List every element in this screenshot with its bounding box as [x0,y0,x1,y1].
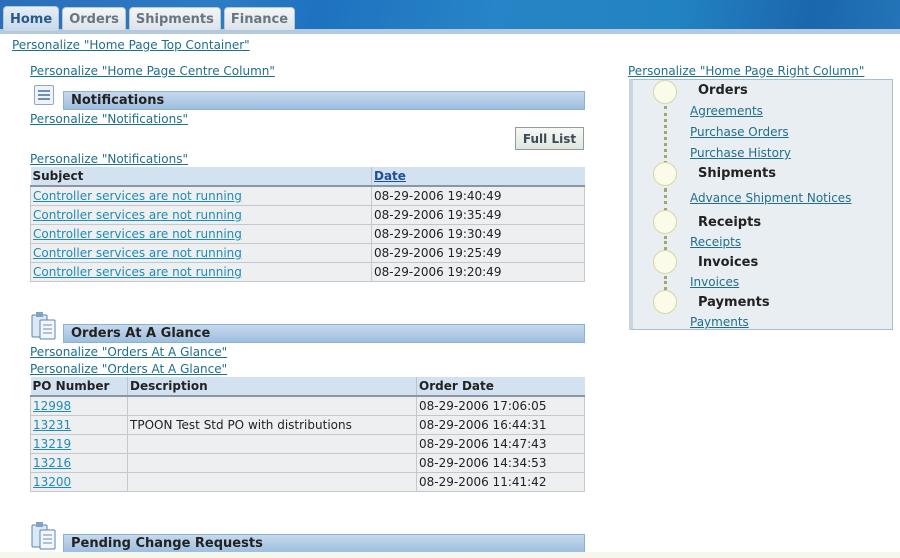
notification-subject-link[interactable]: Controller services are not running [33,265,242,279]
table-row: Controller services are not running 08-29… [30,186,585,206]
pending-change-requests-header: Pending Change Requests [63,534,585,553]
order-date-cell: 08-29-2006 14:34:53 [416,453,585,473]
connector-dots [664,276,667,290]
receipts-stage-circle-icon [653,210,677,234]
table-row: 12998 08-29-2006 17:06:05 [30,396,585,416]
table-row: 13216 08-29-2006 14:34:53 [30,453,585,473]
personalize-top-container-link[interactable]: Personalize "Home Page Top Container" [12,38,250,52]
notification-subject-link[interactable]: Controller services are not running [33,227,242,241]
payments-link[interactable]: Payments [690,315,749,329]
pending-clipboard-icon [31,522,56,550]
table-row: 13219 08-29-2006 14:47:43 [30,434,585,454]
shipments-stage-circle-icon [653,162,677,186]
date-cell: 08-29-2006 19:25:49 [371,243,585,263]
table-row: 13200 08-29-2006 11:41:42 [30,472,585,492]
description-cell [127,472,417,492]
date-cell: 08-29-2006 19:35:49 [371,205,585,225]
table-row: Controller services are not running 08-29… [30,262,585,282]
po-number-link[interactable]: 13216 [33,456,71,470]
subject-cell: Controller services are not running [30,186,372,206]
payments-stage-circle-icon [653,290,677,314]
table-row: Controller services are not running 08-29… [30,224,585,244]
po-number-cell: 13219 [30,434,128,454]
personalize-orders-link-2[interactable]: Personalize "Orders At A Glance" [30,362,227,376]
personalize-centre-column-link[interactable]: Personalize "Home Page Centre Column" [30,64,275,78]
process-flow-panel: Orders Agreements Purchase Orders Purcha… [629,79,893,330]
column-header-order-date: Order Date [416,377,585,397]
subject-cell: Controller services are not running [30,243,372,263]
orders-table: PO Number Description Order Date 12998 08… [30,377,585,492]
table-row: Controller services are not running 08-29… [30,205,585,225]
notifications-list-icon [34,85,54,105]
description-cell [127,434,417,454]
table-header-row: Subject Date [30,167,585,187]
main-tabs: Home Orders Shipments Finance [3,6,296,31]
notifications-header: Notifications [63,91,585,110]
personalize-notifications-link[interactable]: Personalize "Notifications" [30,112,188,126]
table-row: 13231 TPOON Test Std PO with distribution… [30,415,585,435]
column-header-date[interactable]: Date [371,167,585,187]
tab-orders[interactable]: Orders [62,7,126,30]
po-number-link[interactable]: 13231 [33,418,71,432]
notification-subject-link[interactable]: Controller services are not running [33,208,242,222]
order-date-cell: 08-29-2006 17:06:05 [416,396,585,416]
purchase-history-link[interactable]: Purchase History [690,146,791,160]
subject-cell: Controller services are not running [30,224,372,244]
column-header-description: Description [127,377,417,397]
date-cell: 08-29-2006 19:30:49 [371,224,585,244]
personalize-notifications-link-2[interactable]: Personalize "Notifications" [30,152,188,166]
receipts-link[interactable]: Receipts [690,235,741,249]
notification-subject-link[interactable]: Controller services are not running [33,246,242,260]
advance-shipment-notices-link[interactable]: Advance Shipment Notices [690,191,851,205]
tab-home[interactable]: Home [3,6,60,31]
stage-title-payments: Payments [698,295,770,310]
date-cell: 08-29-2006 19:20:49 [371,262,585,282]
table-header-row: PO Number Description Order Date [30,377,585,397]
personalize-orders-link[interactable]: Personalize "Orders At A Glance" [30,345,227,359]
agreements-link[interactable]: Agreements [690,104,763,118]
po-number-cell: 13216 [30,453,128,473]
purchase-orders-link[interactable]: Purchase Orders [690,125,789,139]
connector-dots [664,106,667,170]
personalize-right-column-link[interactable]: Personalize "Home Page Right Column" [628,64,864,78]
po-number-link[interactable]: 12998 [33,399,71,413]
po-number-link[interactable]: 13219 [33,437,71,451]
order-date-cell: 08-29-2006 14:47:43 [416,434,585,454]
sort-date-link[interactable]: Date [374,169,406,183]
column-header-po-number: PO Number [30,377,128,397]
tab-shipments[interactable]: Shipments [128,7,221,30]
stage-title-receipts: Receipts [698,215,762,230]
notification-subject-link[interactable]: Controller services are not running [33,189,242,203]
stage-title-invoices: Invoices [698,255,759,270]
po-number-cell: 13200 [30,472,128,492]
subject-cell: Controller services are not running [30,205,372,225]
invoices-link[interactable]: Invoices [690,275,739,289]
order-date-cell: 08-29-2006 16:44:31 [416,415,585,435]
bottom-divider [0,552,900,558]
full-list-button[interactable]: Full List [515,127,584,150]
table-row: Controller services are not running 08-29… [30,243,585,263]
invoices-stage-circle-icon [653,250,677,274]
orders-stage-circle-icon [653,80,677,104]
orders-clipboard-icon [31,312,56,340]
orders-at-a-glance-header: Orders At A Glance [63,324,585,343]
date-cell: 08-29-2006 19:40:49 [371,186,585,206]
po-number-link[interactable]: 13200 [33,475,71,489]
po-number-cell: 13231 [30,415,128,435]
column-header-subject: Subject [30,167,372,187]
description-cell: TPOON Test Std PO with distributions [127,415,417,435]
subject-cell: Controller services are not running [30,262,372,282]
description-cell [127,396,417,416]
stage-title-shipments: Shipments [698,166,776,181]
tab-finance[interactable]: Finance [223,7,296,30]
connector-dots [664,188,667,212]
description-cell [127,453,417,473]
stage-title-orders: Orders [698,83,748,98]
order-date-cell: 08-29-2006 11:41:42 [416,472,585,492]
connector-dots [664,236,667,250]
notifications-table: Subject Date Controller services are not… [30,167,585,282]
po-number-cell: 12998 [30,396,128,416]
